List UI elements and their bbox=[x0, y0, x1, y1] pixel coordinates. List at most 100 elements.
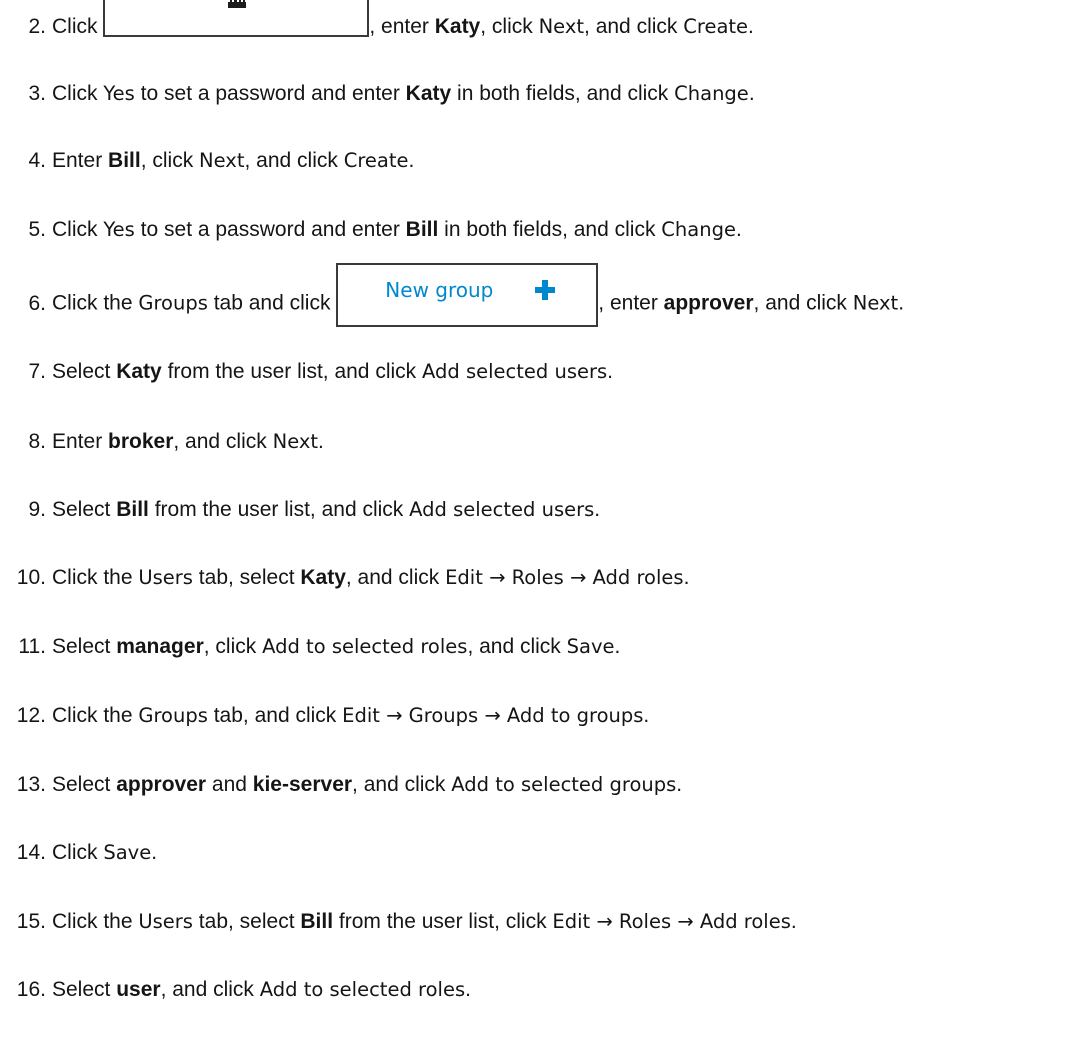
input-value: manager bbox=[116, 635, 204, 658]
step-number: 10. bbox=[16, 566, 46, 589]
ui-element-label: Edit → Roles → Add roles bbox=[552, 910, 791, 933]
instruction-text: Click bbox=[52, 841, 104, 864]
instruction-text: Select bbox=[52, 978, 117, 1001]
instruction-text: . bbox=[748, 82, 755, 105]
instruction-text: Select bbox=[52, 635, 117, 658]
step-3: 3. Click Yes to set a password and enter … bbox=[0, 74, 755, 114]
instruction-text: to set a password and enter bbox=[134, 218, 406, 241]
instruction-text: tab, and click bbox=[207, 704, 343, 727]
instruction-text: . bbox=[676, 773, 683, 796]
step-number: 8. bbox=[28, 430, 46, 453]
instruction-text: Click the bbox=[52, 291, 139, 315]
instruction-text: and bbox=[206, 773, 253, 796]
step-13: 13. Select approver and kie-server, and c… bbox=[0, 765, 682, 805]
ui-element-label: Add to selected roles bbox=[262, 635, 468, 658]
ui-element-label: Next bbox=[852, 291, 899, 315]
instruction-text: tab, select bbox=[192, 566, 301, 589]
instruction-text: . bbox=[408, 149, 415, 172]
new-group-button-label: New group bbox=[385, 278, 494, 302]
ui-element-label: Yes bbox=[103, 82, 135, 105]
instruction-text: . bbox=[735, 218, 742, 241]
instruction-text: . bbox=[151, 841, 158, 864]
step-9: 9. Select Bill from the user list, and cl… bbox=[0, 490, 600, 530]
instruction-text: Click the bbox=[52, 566, 139, 589]
instruction-text: . bbox=[748, 15, 754, 38]
step-4: 4. Enter Bill, click Next, and click Crea… bbox=[0, 141, 414, 181]
instruction-text: in both fields, and click bbox=[438, 218, 662, 241]
instruction-text: Click the bbox=[52, 704, 139, 727]
input-value: Katy bbox=[116, 360, 162, 383]
input-value: Bill bbox=[300, 910, 334, 933]
ui-element-label: Next bbox=[272, 430, 319, 453]
step-number: 2. bbox=[28, 15, 46, 38]
ui-element-label: Users bbox=[138, 910, 193, 933]
instruction-text: from the user list, click bbox=[333, 910, 553, 933]
instruction-text: . bbox=[594, 498, 601, 521]
new-user-icon-fragment bbox=[228, 0, 247, 9]
input-value: user bbox=[116, 978, 161, 1001]
ui-element-label: Save bbox=[566, 635, 615, 658]
step-14: 14. Click Save. bbox=[0, 833, 157, 873]
input-value: Bill bbox=[116, 498, 149, 521]
input-value: Katy bbox=[405, 82, 452, 105]
input-value: Katy bbox=[434, 15, 481, 38]
step-number: 7. bbox=[28, 360, 46, 383]
step-5: 5. Click Yes to set a password and enter … bbox=[0, 210, 742, 250]
step-7: 7. Select Katy from the user list, and cl… bbox=[0, 352, 613, 392]
ui-element-label: Change bbox=[674, 82, 749, 105]
new-user-button-image bbox=[103, 0, 370, 38]
step-number: 14. bbox=[16, 841, 46, 864]
ui-element-label: Groups bbox=[138, 291, 208, 315]
instruction-text: , and click bbox=[173, 430, 273, 453]
instruction-text: Enter bbox=[52, 430, 109, 453]
ui-element-label: Change bbox=[661, 218, 736, 241]
step-number: 6. bbox=[28, 291, 46, 315]
instruction-text: to set a password and enter bbox=[134, 82, 406, 105]
step-number: 9. bbox=[28, 498, 46, 521]
ui-element-label: Users bbox=[138, 566, 193, 589]
instruction-text: , click bbox=[140, 149, 200, 172]
instruction-text: , enter bbox=[598, 291, 664, 315]
instruction-text: . bbox=[465, 978, 471, 1001]
step-number: 15. bbox=[16, 910, 46, 933]
instruction-text: , click bbox=[480, 15, 539, 38]
plus-icon bbox=[535, 280, 556, 300]
input-value: approver bbox=[663, 291, 754, 315]
instruction-text: Click the bbox=[52, 910, 139, 933]
input-value: Katy bbox=[300, 566, 346, 589]
ui-element-label: Yes bbox=[103, 218, 135, 241]
instruction-text: . bbox=[790, 910, 797, 933]
instruction-text: tab and click bbox=[207, 291, 337, 315]
instruction-text: , and click bbox=[244, 149, 344, 172]
ui-element-label: Groups bbox=[138, 704, 208, 727]
instruction-text: , click bbox=[203, 635, 263, 658]
step-8: 8. Enter broker, and click Next. bbox=[0, 422, 323, 462]
step-12: 12. Click the Groups tab, and click Edit … bbox=[0, 696, 649, 736]
step-16: 16. Select user, and click Add to selecte… bbox=[0, 970, 471, 1010]
instruction-text: . bbox=[607, 360, 613, 383]
instruction-text: . bbox=[643, 704, 650, 727]
new-group-button-image: New group bbox=[336, 263, 599, 327]
instruction-text: Click bbox=[52, 15, 104, 38]
input-value: approver bbox=[116, 773, 207, 796]
input-value: kie-server bbox=[252, 773, 353, 796]
instruction-text: . bbox=[614, 635, 621, 658]
instruction-text: from the user list, and click bbox=[161, 360, 422, 383]
step-6: 6. Click the Groups tab and click New gro… bbox=[0, 263, 905, 327]
instruction-text: Enter bbox=[52, 149, 109, 172]
step-number: 5. bbox=[28, 218, 46, 241]
instruction-text: , and click bbox=[584, 15, 684, 38]
ui-element-label: Edit → Groups → Add to groups bbox=[342, 704, 644, 727]
step-number: 13. bbox=[16, 773, 46, 796]
instruction-text: , and click bbox=[345, 566, 446, 589]
instruction-text: . bbox=[898, 291, 905, 315]
step-number: 11. bbox=[18, 635, 46, 658]
ui-element-label: Save bbox=[103, 841, 152, 864]
ui-element-label: Next bbox=[199, 149, 245, 172]
instruction-text: . bbox=[683, 566, 690, 589]
step-number: 3. bbox=[28, 82, 46, 105]
instruction-text: Click bbox=[52, 82, 104, 105]
instruction-text: , and click bbox=[352, 773, 452, 796]
ui-element-label: Add to selected roles bbox=[259, 978, 466, 1001]
ui-element-label: Create bbox=[343, 149, 409, 172]
